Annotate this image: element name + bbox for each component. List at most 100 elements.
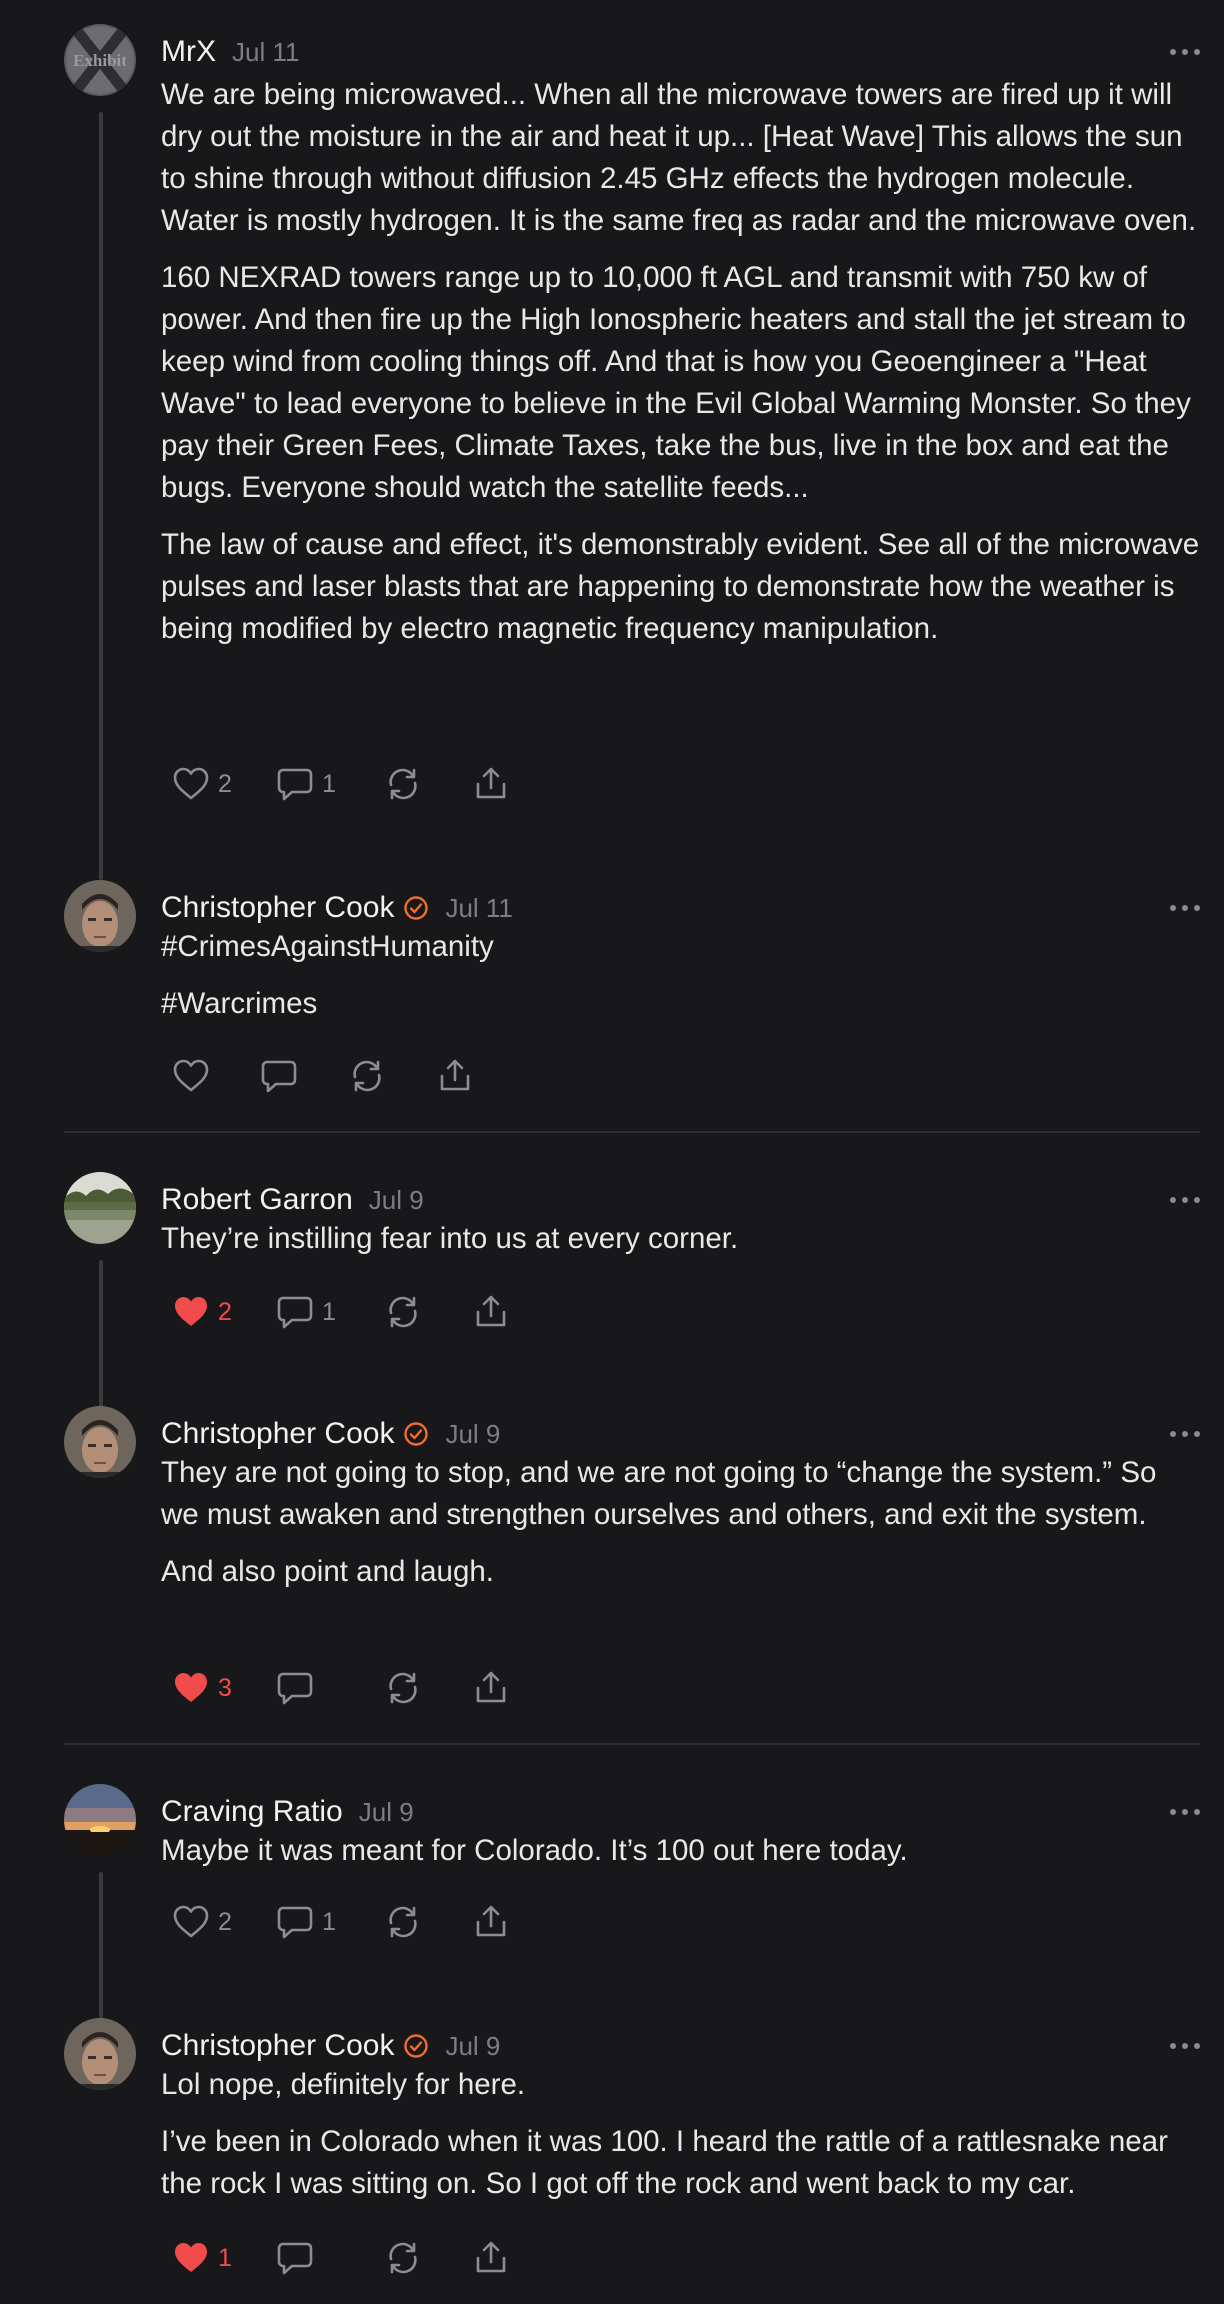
comment-header: Christopher Cook Jul 9 [161,1414,500,1454]
like-count: 2 [218,1907,232,1936]
avatar[interactable] [64,880,136,952]
comment-body: We are being microwaved... When all the … [161,74,1201,665]
speech-bubble-icon [260,1058,298,1094]
author-name[interactable]: MrX [161,35,216,69]
comment-header: Robert Garron Jul 9 [161,1180,424,1220]
author-name[interactable]: Robert Garron [161,1183,353,1217]
like-button[interactable]: 3 [172,1666,276,1710]
share-button[interactable] [472,1900,532,1944]
comment: Robert Garron Jul 9 They’re instilling f… [64,1172,1200,1474]
author-name[interactable]: Craving Ratio [161,1795,343,1829]
comment-body: They are not going to stop, and we are n… [161,1452,1201,1608]
like-button[interactable]: 1 [172,2236,276,2280]
avatar-lettering: Exhibit [73,51,127,70]
reply-count: 1 [322,769,336,798]
author-name[interactable]: Christopher Cook [161,891,394,925]
christopher-cook-avatar-icon [64,1406,136,1478]
verified-badge-icon [404,2034,429,2058]
share-button[interactable] [472,2236,532,2280]
comment-header: Christopher Cook Jul 11 [161,888,513,928]
heart-icon [172,766,210,802]
avatar[interactable]: Exhibit [64,24,136,96]
share-icon [472,1670,510,1706]
comment-paragraph: And also point and laugh. [161,1555,494,1588]
speech-bubble-icon [276,1670,314,1706]
repost-icon [348,1058,386,1094]
avatar[interactable] [64,2018,136,2090]
share-icon [472,1294,510,1330]
comment: Christopher Cook Jul 11 #CrimesAgainstHu… [64,880,1200,1100]
like-button[interactable]: 2 [172,1290,276,1334]
comment-body: #CrimesAgainstHumanity #Warcrimes [161,926,1201,1040]
reply-button[interactable]: 1 [276,1900,384,1944]
like-button[interactable]: 2 [172,1900,276,1944]
share-icon [472,766,510,802]
share-button[interactable] [472,1666,532,1710]
repost-button[interactable] [348,1054,436,1098]
share-button[interactable] [472,1290,532,1334]
repost-icon [384,1294,422,1330]
author-name[interactable]: Christopher Cook [161,2029,394,2063]
repost-button[interactable] [384,1666,472,1710]
verified-badge-icon [404,896,429,920]
comment-header: Craving Ratio Jul 9 [161,1792,414,1832]
thread-divider [64,1743,1200,1745]
repost-button[interactable] [384,2236,472,2280]
comment-actions: 3 [172,1666,532,1710]
comment: Exhibit MrX Jul 11 We are being microwav… [64,24,1201,880]
comment-body: Lol nope, definitely for here. I’ve been… [161,2064,1201,2220]
comment-paragraph: #Warcrimes [161,987,318,1020]
avatar[interactable] [64,1172,136,1244]
share-button[interactable] [472,762,532,806]
heart-filled-icon [172,1294,210,1330]
avatar[interactable] [64,1784,136,1856]
comment: Christopher Cook Jul 9 They are not goin… [64,1406,1200,1716]
comment-actions: 21 [172,1900,532,1944]
thread-connector-line [99,112,103,880]
comment-paragraph: They’re instilling fear into us at every… [161,1222,739,1255]
verified-badge-icon [404,1422,429,1446]
comment-paragraph: 160 NEXRAD towers range up to 10,000 ft … [161,261,1191,504]
more-options-icon[interactable] [1170,2036,1200,2056]
repost-icon [384,1670,422,1706]
more-options-icon[interactable] [1170,42,1200,62]
share-button[interactable] [436,1054,496,1098]
reply-button[interactable] [276,1666,384,1710]
sunset-avatar-icon [64,1784,136,1856]
avatar[interactable] [64,1406,136,1478]
christopher-cook-avatar-icon [64,2018,136,2090]
reply-button[interactable]: 1 [276,1290,384,1334]
comment-date: Jul 9 [368,1184,424,1215]
comment-body: Maybe it was meant for Colorado. It’s 10… [161,1830,1201,1887]
repost-button[interactable] [384,762,472,806]
more-options-icon[interactable] [1170,1802,1200,1822]
speech-bubble-icon [276,1294,314,1330]
reply-count: 1 [322,1907,336,1936]
like-button[interactable]: 2 [172,762,276,806]
comment-date: Jul 9 [445,1418,501,1449]
repost-button[interactable] [384,1900,472,1944]
comment-header: MrX Jul 11 [161,32,299,72]
share-icon [436,1058,474,1094]
more-options-icon[interactable] [1170,1190,1200,1210]
repost-button[interactable] [384,1290,472,1334]
comment-paragraph: The law of cause and effect, it's demons… [161,528,1200,645]
more-options-icon[interactable] [1170,1424,1200,1444]
comment-paragraph: #CrimesAgainstHumanity [161,930,494,963]
speech-bubble-icon [276,766,314,802]
thread-divider [64,1131,1200,1133]
comment-date: Jul 9 [358,1796,414,1827]
like-button[interactable] [172,1054,260,1098]
author-name[interactable]: Christopher Cook [161,1417,394,1451]
reply-button[interactable] [276,2236,384,2280]
reply-button[interactable] [260,1054,348,1098]
christopher-cook-avatar-icon [64,880,136,952]
comment: Craving Ratio Jul 9 Maybe it was meant f… [64,1784,1201,2086]
comment-actions: 1 [172,2236,532,2280]
heart-icon [172,1904,210,1940]
reply-button[interactable]: 1 [276,762,384,806]
like-count: 2 [218,1297,232,1326]
speech-bubble-icon [276,2240,314,2276]
more-options-icon[interactable] [1170,898,1200,918]
repost-icon [384,766,422,802]
